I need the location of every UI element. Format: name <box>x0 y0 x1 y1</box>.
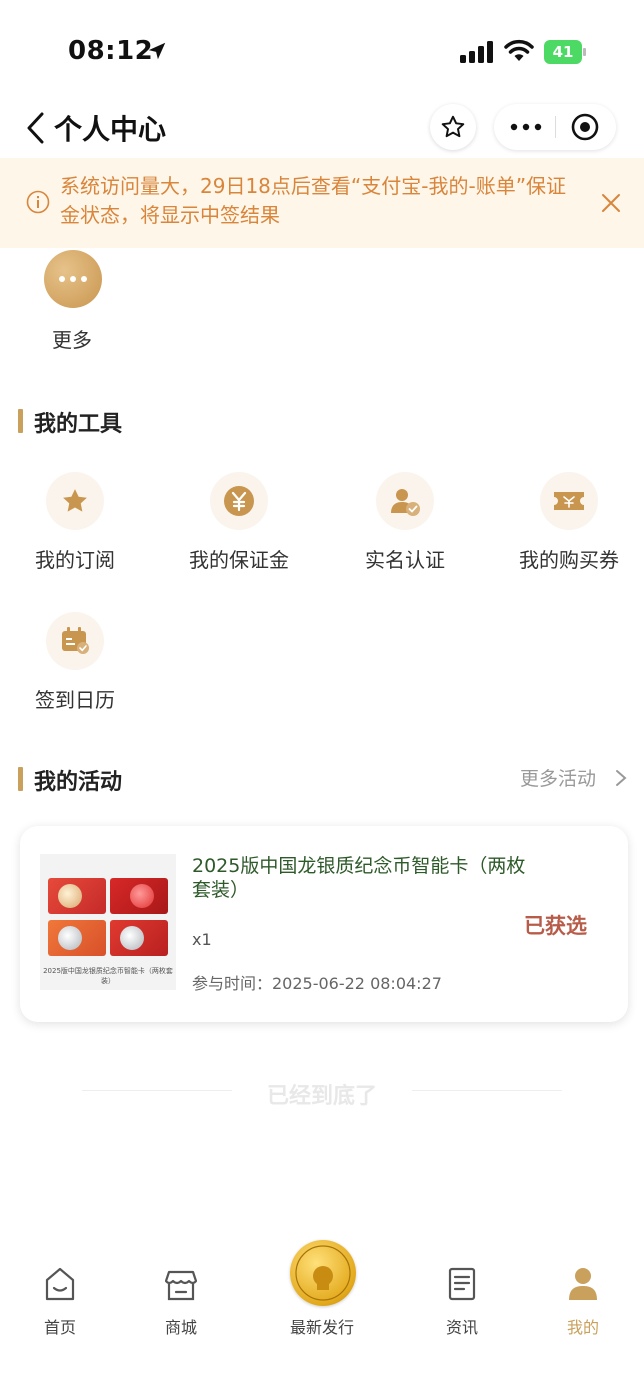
star-icon <box>46 472 104 530</box>
more-shortcut[interactable]: 更多 <box>44 250 104 352</box>
divider-right <box>412 1090 562 1091</box>
activity-join-time: 参与时间：2025-06-22 08:04:27 <box>192 974 442 993</box>
status-bar: 08:12 41 <box>0 0 644 100</box>
verified-user-icon <box>376 472 434 530</box>
status-time: 08:12 <box>68 36 154 66</box>
star-outline-icon <box>441 115 465 138</box>
more-label: 更多 <box>52 328 92 352</box>
close-icon[interactable] <box>600 192 622 214</box>
tool-real-name-verification[interactable]: 实名认证 <box>330 472 480 582</box>
tab-label: 商城 <box>164 1318 197 1337</box>
more-activities-link[interactable]: 更多活动 <box>520 764 596 791</box>
tab-home[interactable]: 首页 <box>10 1240 110 1340</box>
activities-section-header: 我的活动 <box>18 764 218 795</box>
tool-my-subscriptions[interactable]: 我的订阅 <box>0 472 150 582</box>
info-icon <box>26 190 50 214</box>
home-icon <box>45 1267 75 1301</box>
end-of-list-text: 已经到底了 <box>266 1084 377 1109</box>
divider-left <box>82 1090 232 1091</box>
cellular-signal-icon <box>460 41 493 63</box>
activity-card[interactable]: 2025版中国龙银质纪念币智能卡（两枚套装） 2025版中国龙银质纪念币智能卡（… <box>20 826 628 1022</box>
tool-label: 我的保证金 <box>189 548 289 572</box>
tool-label: 我的订阅 <box>35 548 115 572</box>
chevron-right-icon[interactable] <box>614 768 628 788</box>
close-mini-program-button[interactable] <box>560 104 610 150</box>
notice-banner: 系统访问量大，29日18点后查看“支付宝-我的-账单”保证金状态，将显示中签结果 <box>0 158 644 248</box>
thumbnail-caption: 2025版中国龙银质纪念币智能卡（两枚套装） <box>43 967 173 985</box>
tool-label: 我的购买券 <box>519 548 619 572</box>
section-accent-bar <box>18 409 23 433</box>
tab-new-releases[interactable]: 最新发行 <box>272 1240 372 1340</box>
tool-my-deposit[interactable]: 我的保证金 <box>164 472 314 582</box>
nav-bar: 个人中心 <box>0 100 644 156</box>
product-thumbnail: 2025版中国龙银质纪念币智能卡（两枚套装） <box>40 854 176 990</box>
tools-section-title: 我的工具 <box>34 412 123 437</box>
battery-indicator: 41 <box>544 40 586 64</box>
tab-mall[interactable]: 商城 <box>131 1240 231 1340</box>
activities-section-title: 我的活动 <box>34 770 123 795</box>
battery-level: 41 <box>552 43 574 61</box>
user-icon <box>569 1268 597 1300</box>
more-options-button[interactable] <box>502 104 550 150</box>
news-icon <box>448 1267 476 1301</box>
target-close-icon <box>571 113 599 141</box>
tab-label: 最新发行 <box>289 1318 354 1337</box>
location-arrow-icon <box>148 42 166 60</box>
tab-label: 资讯 <box>445 1318 478 1337</box>
tool-label: 签到日历 <box>35 688 115 712</box>
calendar-check-icon <box>46 612 104 670</box>
store-icon <box>165 1270 197 1301</box>
notice-text: 系统访问量大，29日18点后查看“支付宝-我的-账单”保证金状态，将显示中签结果 <box>60 174 567 227</box>
tool-check-in-calendar[interactable]: 签到日历 <box>0 612 150 722</box>
activity-quantity: x1 <box>192 930 212 949</box>
status-badge: 已获选 <box>524 914 587 938</box>
yuan-icon <box>210 472 268 530</box>
more-dots-icon <box>44 250 102 308</box>
wifi-icon <box>504 39 534 61</box>
mini-program-capsule <box>494 104 616 150</box>
tab-news[interactable]: 资讯 <box>412 1240 512 1340</box>
bottom-tab-bar: 首页 商城 最新发行 资讯 我的 <box>0 1240 644 1360</box>
more-dots-icon <box>510 123 542 131</box>
tab-label: 我的 <box>566 1318 599 1337</box>
favorite-button[interactable] <box>430 104 476 150</box>
activity-title: 2025版中国龙银质纪念币智能卡（两枚套装） <box>192 855 526 901</box>
ticket-icon <box>540 472 598 530</box>
page-title: 个人中心 <box>54 113 167 146</box>
tool-label: 实名认证 <box>365 548 445 572</box>
tool-my-purchase-voucher[interactable]: 我的购买券 <box>494 472 644 582</box>
tab-label: 首页 <box>43 1318 76 1337</box>
section-accent-bar <box>18 767 23 791</box>
coin-icon <box>290 1240 356 1306</box>
back-arrow-icon[interactable] <box>24 110 48 146</box>
tools-section-header: 我的工具 <box>18 406 218 437</box>
tab-mine[interactable]: 我的 <box>533 1240 633 1340</box>
